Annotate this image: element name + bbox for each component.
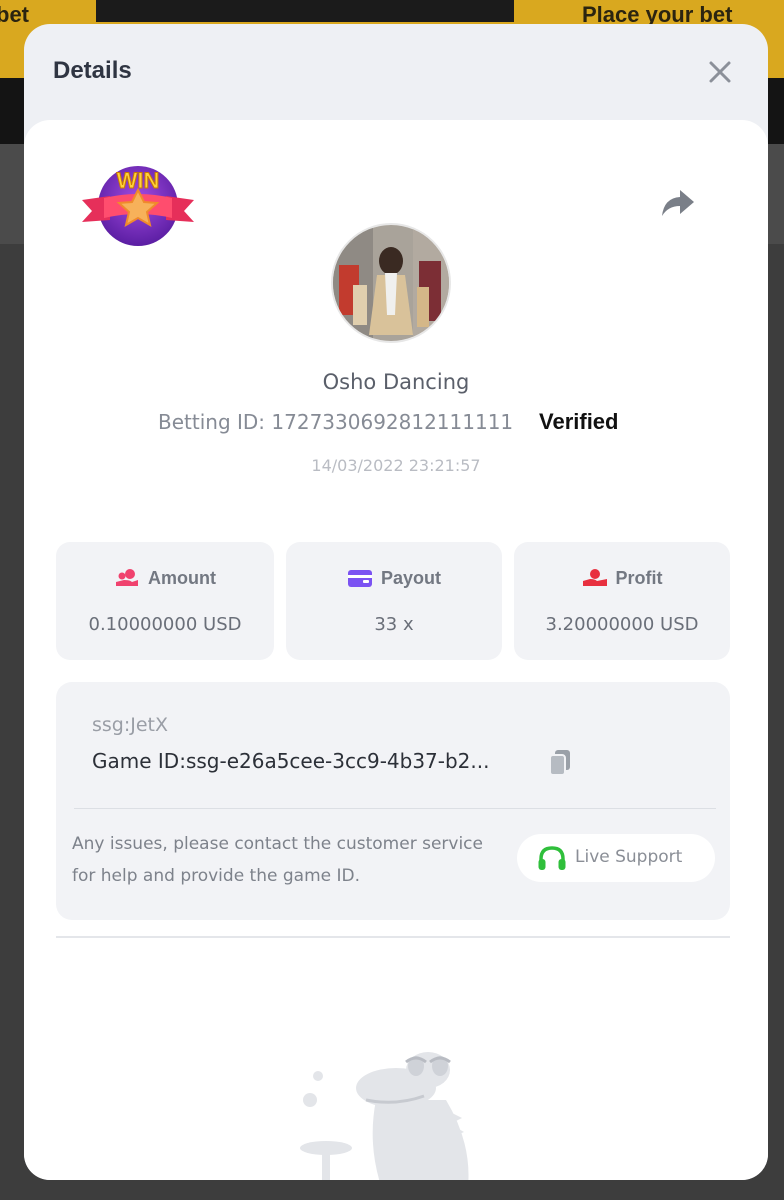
divider: [74, 808, 716, 809]
amount-stat: Amount 0.10000000 USD: [56, 542, 274, 660]
modal-title: Details: [53, 57, 132, 84]
betting-id-label: Betting ID:: [158, 410, 266, 434]
game-provider: ssg:JetX: [92, 714, 169, 736]
details-modal: Details WIN Osho Dancing Betting ID: 172…: [24, 24, 768, 1180]
bet-details-card: WIN Osho Dancing Betting ID: 17273306928…: [24, 120, 768, 1180]
profit-stat: Profit 3.20000000 USD: [514, 542, 730, 660]
profit-label: Profit: [615, 568, 663, 588]
close-icon: [709, 61, 731, 83]
win-badge-icon: WIN: [82, 166, 194, 246]
betting-id: Betting ID: 1727330692812111111: [158, 410, 513, 434]
bet-timestamp: 14/03/2022 23:21:57: [311, 456, 481, 475]
avatar: [333, 225, 449, 341]
share-button[interactable]: [658, 182, 698, 222]
amount-value: 0.10000000 USD: [88, 614, 242, 635]
payout-label: Payout: [380, 568, 441, 588]
money-hand-icon: [582, 569, 607, 586]
username: Osho Dancing: [322, 370, 470, 394]
headset-icon: [538, 846, 566, 870]
game-info-box: ssg:JetX Game ID:ssg-e26a5cee-3cc9-4b37-…: [56, 682, 730, 920]
crocodile-mascot-icon: [300, 1052, 469, 1180]
section-divider: [56, 936, 730, 938]
amount-stat-title: Amount: [56, 568, 274, 589]
verified-badge: Verified: [539, 409, 619, 434]
payout-stat: Payout 33 x: [286, 542, 502, 660]
payout-stat-title: Payout: [286, 568, 502, 589]
copy-icon: [549, 750, 570, 776]
payout-value: 33 x: [374, 614, 414, 635]
background-game-area: [96, 0, 514, 22]
avatar-image: [333, 225, 449, 341]
close-button[interactable]: [706, 58, 734, 86]
profit-stat-title: Profit: [514, 568, 730, 589]
live-support-label: Live Support: [575, 847, 683, 867]
coins-hand-icon: [116, 569, 138, 586]
copy-button[interactable]: [546, 748, 574, 778]
modal-header: Details: [24, 24, 768, 120]
amount-label: Amount: [148, 568, 216, 588]
profit-value: 3.20000000 USD: [545, 614, 699, 635]
game-id: Game ID:ssg-e26a5cee-3cc9-4b37-b2...: [92, 749, 489, 773]
live-support-button[interactable]: Live Support: [517, 834, 715, 882]
wallet-card-icon: [347, 570, 372, 587]
betting-id-value: 1727330692812111111: [271, 410, 514, 434]
share-icon: [662, 190, 694, 216]
game-id-label: Game ID:: [92, 749, 186, 773]
issues-help-text: Any issues, please contact the customer …: [72, 834, 483, 886]
win-badge-text: WIN: [117, 168, 160, 193]
game-id-value: ssg-e26a5cee-3cc9-4b37-b2...: [185, 749, 490, 773]
